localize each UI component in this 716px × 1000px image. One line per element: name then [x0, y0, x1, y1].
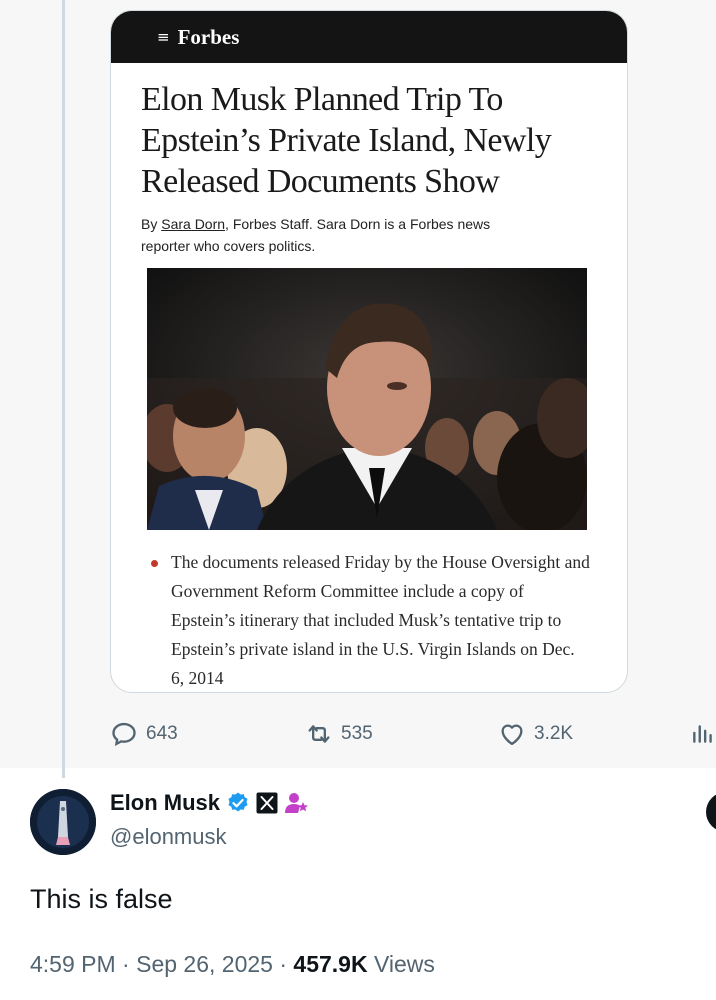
reply-count: 643	[146, 723, 178, 744]
photo-illustration	[147, 268, 587, 530]
follow-button[interactable]	[706, 792, 716, 832]
views-count: 457.9K	[293, 951, 368, 977]
reply-icon	[112, 722, 136, 747]
repost-count: 535	[341, 723, 373, 744]
person-star-icon[interactable]	[284, 791, 310, 815]
article-byline: By Sara Dorn, Forbes Staff. Sara Dorn is…	[141, 213, 541, 257]
display-name[interactable]: Elon Musk	[110, 790, 220, 816]
engagement-bar: 643 535 3.2K	[0, 720, 716, 750]
repost-icon	[308, 725, 330, 743]
meta-separator: ·	[115, 951, 137, 977]
publication-header: ≡ Forbes	[111, 11, 627, 63]
article-photo	[147, 268, 587, 530]
article-headline: Elon Musk Planned Trip To Epstein’s Priv…	[141, 81, 552, 200]
user-handle[interactable]: @elonmusk	[110, 824, 227, 850]
repost-button[interactable]: 535	[305, 720, 373, 748]
article-card[interactable]: ≡ Forbes Elon Musk Planned Trip To Epste…	[110, 10, 628, 693]
post-time[interactable]: 4:59 PM	[30, 951, 116, 977]
views-label: Views	[367, 951, 435, 977]
like-count: 3.2K	[534, 723, 574, 744]
reply-button[interactable]: 643	[110, 720, 178, 748]
author-link[interactable]: Sara Dorn	[161, 216, 225, 232]
thread-connector-line	[62, 0, 65, 778]
bullet-dot	[151, 560, 158, 567]
byline-prefix: By	[141, 216, 162, 232]
x-logo-icon[interactable]	[256, 792, 278, 814]
verified-badge-icon[interactable]	[226, 791, 250, 815]
analytics-icon	[693, 725, 712, 743]
like-button[interactable]: 3.2K	[498, 720, 573, 748]
article-summary-bullet: The documents released Friday by the Hou…	[151, 548, 591, 692]
analytics-button[interactable]	[690, 720, 716, 746]
post-meta: 4:59 PM · Sep 26, 2025 · 457.9K Views	[30, 951, 435, 978]
post-text: This is false	[30, 884, 173, 914]
avatar[interactable]	[30, 789, 96, 855]
avatar-image	[30, 789, 96, 855]
meta-separator-2: ·	[272, 951, 294, 977]
author-name-row: Elon Musk	[110, 790, 310, 816]
menu-search-icon: ≡	[157, 28, 170, 46]
publication-logo: Forbes	[177, 24, 240, 49]
like-icon	[501, 724, 523, 746]
bullet-text: The documents released Friday by the Hou…	[171, 552, 590, 688]
post-date[interactable]: Sep 26, 2025	[136, 951, 273, 977]
